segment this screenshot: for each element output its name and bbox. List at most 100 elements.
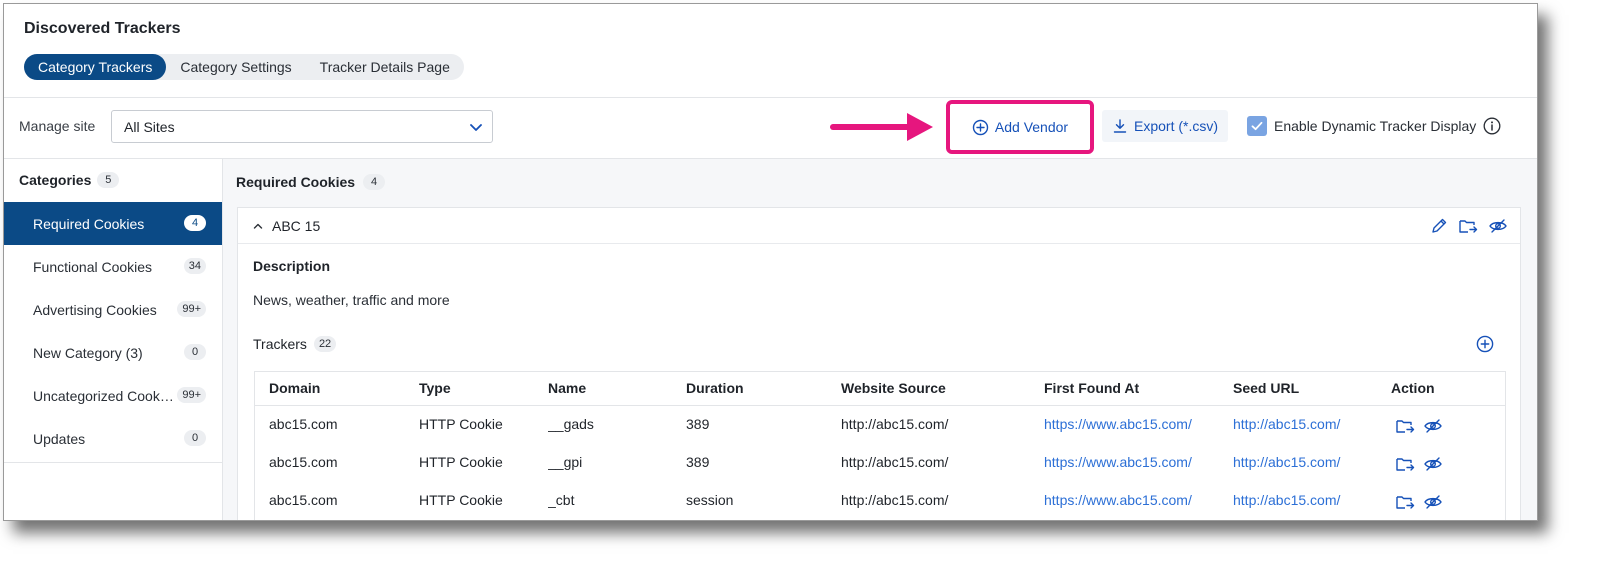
table-header-row: Domain Type Name Duration Website Source… [255, 372, 1505, 406]
site-select[interactable]: All Sites [111, 110, 493, 143]
dynamic-display-toggle: Enable Dynamic Tracker Display [1247, 116, 1501, 136]
add-tracker-plus-icon[interactable] [1476, 335, 1494, 353]
info-icon[interactable] [1483, 117, 1501, 135]
category-heading: Required Cookies 4 [236, 174, 386, 190]
column-header-name: Name [548, 380, 587, 396]
vendor-card: ABC 15 Description News, weather, traffi… [237, 207, 1521, 520]
sidebar-divider [4, 462, 222, 463]
move-folder-icon[interactable] [1458, 217, 1478, 235]
move-folder-icon[interactable] [1395, 455, 1415, 473]
cell-seed-url-link[interactable]: http://abc15.com/ [1233, 454, 1378, 470]
description-label: Description [253, 258, 331, 274]
main-panel: Required Cookies 4 ABC 15 Description Ne… [223, 159, 1537, 520]
move-folder-icon[interactable] [1395, 493, 1415, 511]
hide-eye-icon[interactable] [1423, 493, 1443, 511]
column-header-type: Type [419, 380, 451, 396]
cell-website-source: http://abc15.com/ [841, 492, 949, 508]
sidebar-item-uncategorized-cookies[interactable]: Uncategorized Cookies 99+ [4, 374, 222, 417]
export-label: Export (*.csv) [1134, 118, 1219, 134]
sidebar-item-count: 4 [184, 215, 206, 231]
cell-name: _cbt [548, 492, 575, 508]
edit-pencil-icon[interactable] [1430, 217, 1448, 235]
sidebar-item-functional-cookies[interactable]: Functional Cookies 34 [4, 245, 222, 288]
checkmark-icon [1251, 121, 1263, 131]
column-header-action: Action [1391, 380, 1435, 396]
sidebar-item-count: 34 [183, 258, 206, 274]
page-title: Discovered Trackers [24, 20, 181, 37]
column-header-seed-url: Seed URL [1233, 380, 1300, 396]
sidebar-item-count: 99+ [177, 301, 206, 317]
column-header-website-source: Website Source [841, 380, 946, 396]
cell-first-found-at-link[interactable]: https://www.abc15.com/ [1044, 454, 1204, 470]
hide-eye-icon[interactable] [1423, 417, 1443, 435]
cell-first-found-at-link[interactable]: https://www.abc15.com/ [1044, 492, 1204, 508]
sidebar-item-required-cookies[interactable]: Required Cookies 4 [4, 202, 222, 245]
vendor-header[interactable]: ABC 15 [238, 208, 1520, 244]
hide-eye-icon[interactable] [1423, 455, 1443, 473]
site-select-value: All Sites [124, 119, 175, 135]
sidebar-item-advertising-cookies[interactable]: Advertising Cookies 99+ [4, 288, 222, 331]
categories-heading-label: Categories [19, 172, 92, 188]
move-folder-icon[interactable] [1395, 417, 1415, 435]
description-text: News, weather, traffic and more [253, 292, 450, 308]
sidebar-item-label: New Category (3) [33, 344, 143, 361]
dynamic-display-checkbox[interactable] [1247, 116, 1267, 136]
cell-duration: session [686, 492, 734, 508]
tab-bar: Category Trackers Category Settings Trac… [24, 54, 464, 80]
tab-category-settings[interactable]: Category Settings [166, 54, 305, 80]
row-actions [1395, 455, 1443, 473]
sidebar-item-label: Required Cookies [33, 215, 145, 232]
cell-domain: abc15.com [269, 416, 338, 432]
sidebar-item-count: 0 [184, 344, 206, 360]
sidebar-item-count: 0 [184, 430, 206, 446]
cell-seed-url-link[interactable]: http://abc15.com/ [1233, 492, 1378, 508]
cell-seed-url-link[interactable]: http://abc15.com/ [1233, 416, 1378, 432]
vendor-name: ABC 15 [272, 218, 321, 234]
manage-site-label: Manage site [19, 118, 96, 134]
cell-type: HTTP Cookie [419, 454, 503, 470]
highlight-arrow-icon [829, 109, 937, 145]
categories-count-badge: 5 [97, 172, 120, 188]
categories-sidebar: Categories 5 Required Cookies 4 Function… [4, 159, 223, 520]
tab-category-trackers[interactable]: Category Trackers [24, 54, 167, 80]
trackers-heading: Trackers 22 [253, 336, 337, 352]
trackers-table: Domain Type Name Duration Website Source… [254, 371, 1506, 520]
add-vendor-button[interactable]: Add Vendor [946, 100, 1094, 154]
sidebar-item-label: Advertising Cookies [33, 301, 157, 318]
download-icon [1112, 118, 1128, 134]
vendor-actions [1430, 217, 1508, 235]
sidebar-item-label: Updates [33, 430, 86, 447]
chevron-up-icon[interactable] [252, 220, 264, 232]
plus-circle-icon [972, 119, 989, 136]
cell-website-source: http://abc15.com/ [841, 454, 949, 470]
cell-name: __gads [548, 416, 594, 432]
hide-eye-icon[interactable] [1488, 217, 1508, 235]
chevron-down-icon [468, 119, 484, 135]
cell-type: HTTP Cookie [419, 492, 503, 508]
sidebar-item-updates[interactable]: Updates 0 [4, 417, 222, 460]
column-header-duration: Duration [686, 380, 744, 396]
cell-domain: abc15.com [269, 454, 338, 470]
sidebar-item-label: Uncategorized Cookies [33, 387, 175, 404]
row-actions [1395, 493, 1443, 511]
sidebar-item-new-category[interactable]: New Category (3) 0 [4, 331, 222, 374]
table-row: abc15.com HTTP Cookie __gads 389 http://… [255, 406, 1505, 444]
cell-domain: abc15.com [269, 492, 338, 508]
cell-duration: 389 [686, 416, 710, 432]
column-header-first-found-at: First Found At [1044, 380, 1140, 396]
export-csv-button[interactable]: Export (*.csv) [1102, 110, 1229, 142]
add-vendor-label: Add Vendor [994, 119, 1069, 135]
cell-first-found-at-link[interactable]: https://www.abc15.com/ [1044, 416, 1204, 432]
column-header-domain: Domain [269, 380, 321, 396]
dynamic-display-label: Enable Dynamic Tracker Display [1274, 118, 1477, 134]
tab-tracker-details-page[interactable]: Tracker Details Page [306, 54, 464, 80]
trackers-label: Trackers [253, 336, 307, 352]
cell-duration: 389 [686, 454, 710, 470]
cell-website-source: http://abc15.com/ [841, 416, 949, 432]
trackers-count-badge: 22 [313, 336, 337, 352]
categories-heading: Categories 5 [19, 172, 120, 188]
vendor-title: ABC 15 [252, 218, 320, 234]
row-actions [1395, 417, 1443, 435]
app-window: Discovered Trackers Category Trackers Ca… [3, 3, 1538, 521]
table-row: abc15.com HTTP Cookie __gpi 389 http://a… [255, 444, 1505, 482]
